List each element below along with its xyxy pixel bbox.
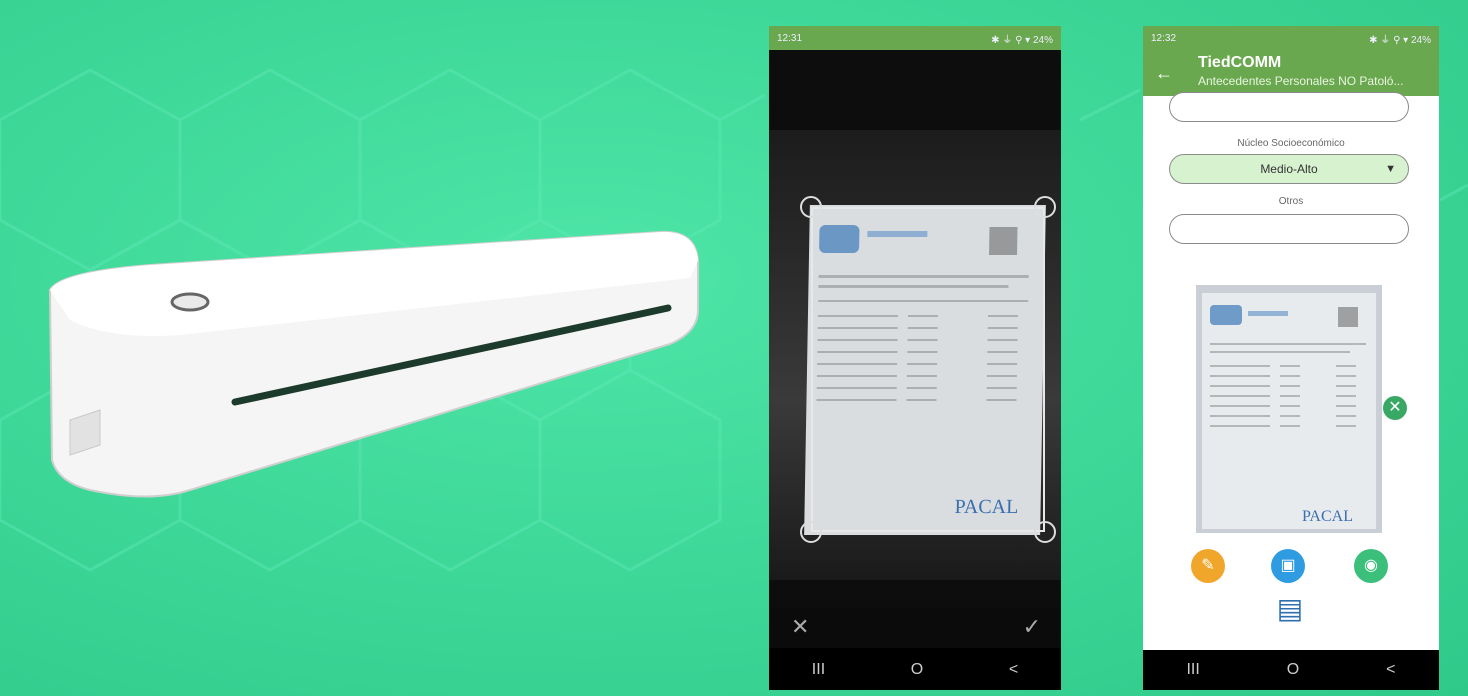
close-icon[interactable]: ✕ [791,614,809,640]
socio-select[interactable]: Medio-Alto ▼ [1169,154,1409,184]
image-icon: ▣ [1280,557,1296,574]
crop-handle-bottom-right[interactable] [1034,521,1056,543]
recent-apps-button[interactable]: III [1186,661,1199,679]
preview-brand: PACAL [1302,508,1353,525]
gallery-button[interactable]: ▣ [1271,549,1305,583]
system-navigation-bar: III O < [769,650,1061,690]
app-title: TiedCOMM [1198,54,1282,71]
chevron-down-icon: ▼ [1385,163,1396,175]
remove-image-button[interactable]: ✕ [1383,396,1407,420]
status-indicators: ✱ ⏚ ⚲ ▾ 24% [1369,34,1431,46]
save-icon: ▤ [1276,593,1304,624]
back-button[interactable]: < [1009,661,1018,679]
previous-text-field[interactable] [1169,92,1409,122]
camera-viewfinder: PACAL [769,50,1061,630]
status-time: 12:32 [1151,32,1177,44]
portable-printer-image [48,230,699,498]
status-time: 12:31 [777,32,803,44]
crop-handle-top-right[interactable] [1034,196,1056,218]
check-icon[interactable]: ✓ [1023,614,1041,640]
recent-apps-button[interactable]: III [812,661,825,679]
back-button[interactable]: < [1386,661,1395,679]
app-bar: ← TiedCOMM Antecedentes Personales NO Pa… [1143,50,1439,96]
crop-frame[interactable] [811,207,1045,532]
app-phone: 12:32 ✱ ⏚ ⚲ ▾ 24% ← TiedCOMM Antecedente… [1143,26,1439,690]
socio-select-value: Medio-Alto [1260,162,1318,176]
home-button[interactable]: O [1287,661,1299,679]
app-screen: 12:32 ✱ ⏚ ⚲ ▾ 24% ← TiedCOMM Antecedente… [1143,26,1439,650]
close-icon: ✕ [1388,399,1402,416]
status-indicators: ✱ ⏚ ⚲ ▾ 24% [991,34,1053,46]
scan-controls: ✕ ✓ [769,608,1061,648]
otros-input[interactable] [1169,214,1409,244]
crop-handle-bottom-left[interactable] [800,521,822,543]
otros-label: Otros [1278,196,1304,207]
camera-icon: ◉ [1364,557,1378,574]
socio-label: Núcleo Socioeconómico [1237,138,1345,149]
scanner-phone: 12:31 ✱ ⏚ ⚲ ▾ 24% PACAL ✕ ✓ III O < [769,26,1061,690]
attach-button[interactable]: ✎ [1191,549,1225,583]
status-bar: 12:32 ✱ ⏚ ⚲ ▾ 24% [1143,26,1439,50]
home-button[interactable]: O [911,661,923,679]
back-arrow-icon[interactable]: ← [1155,63,1173,84]
status-bar: 12:31 ✱ ⏚ ⚲ ▾ 24% [769,26,1061,50]
document-preview: PACAL [1196,285,1382,533]
crop-handle-top-left[interactable] [800,196,822,218]
paperclip-icon: ✎ [1201,557,1215,574]
save-button[interactable]: ▤ [1274,593,1306,625]
system-navigation-bar: III O < [1143,650,1439,690]
app-subtitle: Antecedentes Personales NO Patoló... [1198,74,1404,88]
camera-button[interactable]: ◉ [1354,549,1388,583]
